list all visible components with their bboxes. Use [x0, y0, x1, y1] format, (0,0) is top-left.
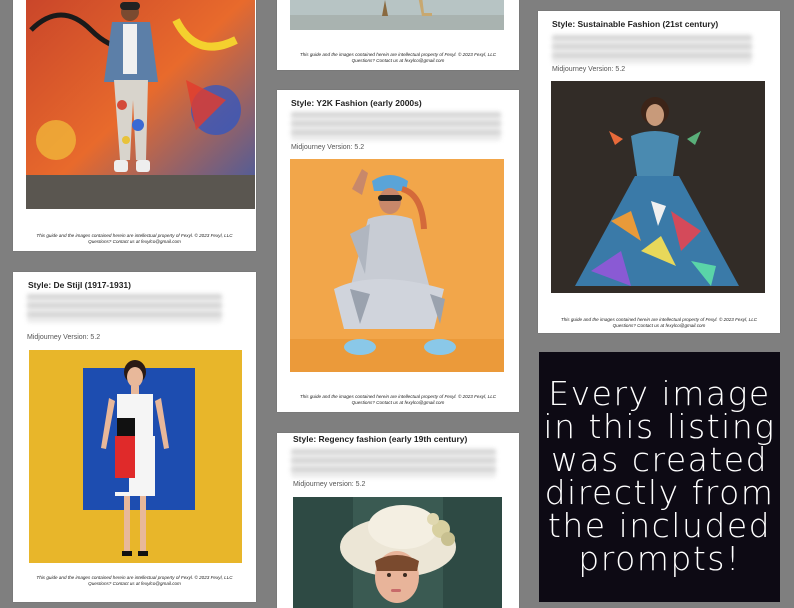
style-title: Style: De Stijl (1917-1931)	[28, 280, 131, 290]
copyright-footer: This guide and the images contained here…	[13, 575, 256, 587]
promo-line: Every image	[548, 374, 771, 413]
contact-text: Questions? Contact us at fexylco@gmail.c…	[88, 581, 181, 586]
promo-line: directly from	[544, 473, 775, 512]
sustainable-dress-photo	[551, 81, 765, 293]
style-card-regency: Style: Regency fashion (early 19th centu…	[277, 433, 519, 608]
promo-line: prompts!	[578, 539, 741, 578]
blurred-prompt-text	[291, 112, 501, 140]
style-card-partial-top: This guide and the images contained here…	[277, 0, 519, 70]
blurred-prompt-text	[291, 449, 496, 477]
style-card-sustainable: Style: Sustainable Fashion (21st century…	[538, 11, 780, 333]
copyright-footer: This guide and the images contained here…	[277, 394, 519, 406]
y2k-outfit-photo	[290, 159, 504, 372]
style-title: Style: Regency fashion (early 19th centu…	[293, 434, 468, 444]
midjourney-version: Midjourney Version: 5.2	[291, 144, 365, 151]
copyright-footer: This guide and the images contained here…	[538, 317, 780, 329]
contact-text: Questions? Contact us at fexylco@gmail.c…	[351, 58, 445, 63]
promo-panel: Every image in this listing was created …	[539, 352, 780, 602]
shoes-photo	[290, 0, 504, 30]
style-title: Style: Sustainable Fashion (21st century…	[552, 19, 719, 29]
midjourney-version: Midjourney version: 5.2	[293, 481, 366, 488]
promo-message: Every image in this listing was created …	[539, 377, 780, 575]
midjourney-version: Midjourney Version: 5.2	[552, 66, 626, 73]
promo-line: in this listing	[543, 407, 776, 446]
blurred-prompt-text	[552, 35, 752, 63]
blurred-prompt-text	[27, 294, 222, 322]
destijl-dress-photo	[29, 350, 242, 563]
contact-text: Questions? Contact us at fexylco@gmail.c…	[612, 323, 706, 328]
style-card-destijl: Style: De Stijl (1917-1931) Midjourney V…	[13, 272, 256, 602]
contact-text: Questions? Contact us at fexylco@gmail.c…	[351, 400, 445, 405]
graffiti-outfit-photo	[26, 0, 255, 209]
midjourney-version: Midjourney Version: 5.2	[27, 334, 101, 341]
regency-bonnet-photo	[293, 497, 502, 608]
promo-line: was created	[550, 440, 769, 479]
promo-line: the included	[547, 506, 772, 545]
copyright-footer: This guide and the images contained here…	[277, 52, 519, 64]
copyright-footer: This guide and the images contained here…	[13, 233, 256, 245]
style-title: Style: Y2K Fashion (early 2000s)	[291, 98, 422, 108]
style-card-graffiti: This guide and the images contained here…	[13, 0, 256, 251]
contact-text: Questions? Contact us at fexylco@gmail.c…	[88, 239, 181, 244]
style-card-y2k: Style: Y2K Fashion (early 2000s) Midjour…	[277, 90, 519, 412]
